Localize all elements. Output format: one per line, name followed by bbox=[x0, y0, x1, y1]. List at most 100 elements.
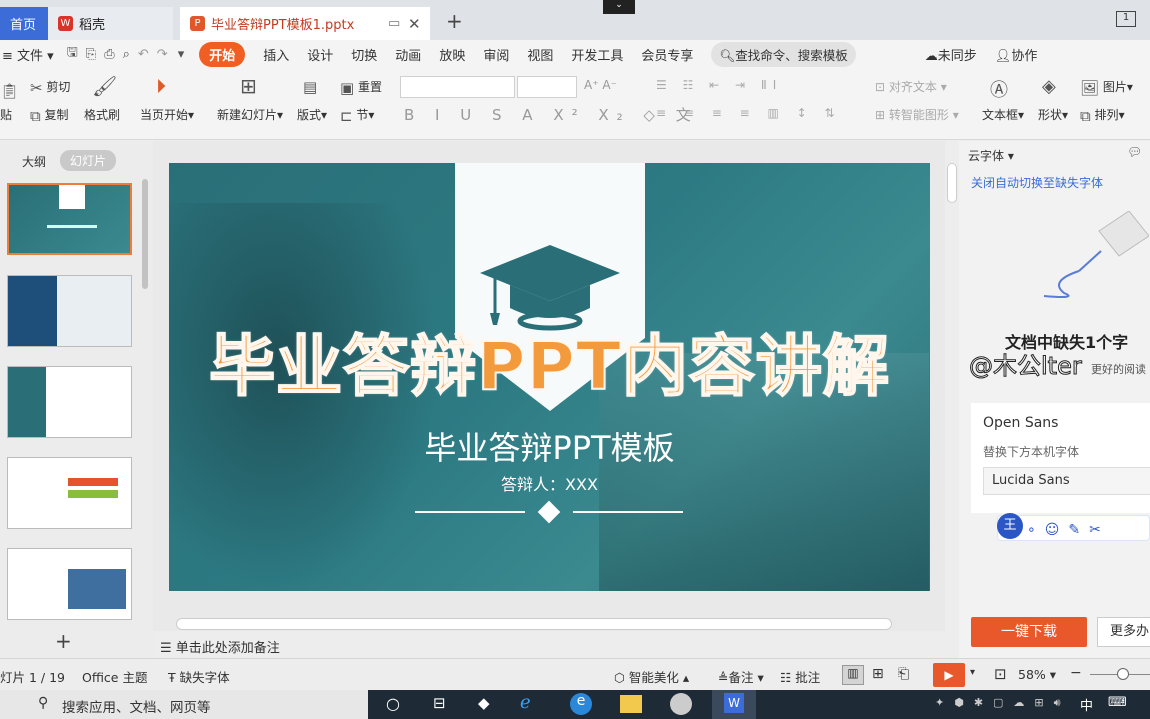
align-text-button[interactable]: ⊡ 对齐文本 ▾ bbox=[875, 78, 947, 95]
tab-insert[interactable]: 插入 bbox=[263, 45, 289, 64]
collapse-icon[interactable]: ⌄ bbox=[603, 0, 635, 14]
cut-button[interactable]: ✂ 剪切 bbox=[30, 78, 70, 97]
list-icons[interactable]: ☰ ☷ ⇤ ⇥ ⅡⅠ bbox=[656, 78, 782, 92]
font-grow-icon[interactable]: A⁺ A⁻ bbox=[584, 78, 617, 92]
notes-placeholder[interactable]: ☰ 单击此处添加备注 bbox=[160, 637, 280, 656]
thumbnail-scrollbar[interactable] bbox=[142, 179, 148, 289]
redo-icon[interactable]: ↷ bbox=[157, 47, 168, 62]
reset-button[interactable]: ▣ 重置 bbox=[340, 78, 382, 97]
zoom-out-icon[interactable]: − bbox=[1070, 665, 1082, 681]
ime-indicator[interactable]: 中 bbox=[1080, 695, 1093, 714]
replacement-font-select[interactable]: Lucida Sans bbox=[983, 467, 1150, 495]
paste-button[interactable]: 贴 bbox=[0, 106, 12, 123]
new-tab-icon[interactable]: + bbox=[446, 9, 463, 33]
collab-button[interactable]: 👤︎协作 bbox=[995, 45, 1038, 64]
font-family-select[interactable] bbox=[400, 76, 515, 98]
more-icon[interactable]: ▾ bbox=[178, 47, 185, 62]
app-icon-1[interactable]: ◆ bbox=[478, 694, 490, 712]
textbox-button[interactable]: 文本框▾ bbox=[982, 106, 1024, 123]
comments-toggle[interactable]: ☷ 批注 bbox=[780, 667, 820, 686]
undo-icon[interactable]: ↶ bbox=[138, 47, 149, 62]
grid-view-icon[interactable]: ⊞ bbox=[872, 666, 884, 682]
zoom-select[interactable]: 58% ▾ bbox=[1018, 667, 1056, 682]
slide-1[interactable]: 毕业答辩PPT内容讲解 毕业答辩PPT模板 答辩人：XXX bbox=[169, 163, 930, 591]
browser-icon[interactable]: e bbox=[570, 693, 592, 715]
theme-name[interactable]: Office 主题 bbox=[82, 667, 147, 686]
tab-document[interactable]: P 毕业答辩PPT模板1.pptx ▭ ✕ bbox=[180, 7, 430, 40]
smart-art-button[interactable]: ⊞ 转智能图形 ▾ bbox=[875, 106, 959, 123]
tab-member[interactable]: 会员专享 bbox=[641, 45, 693, 64]
slide-thumbnail-5[interactable] bbox=[7, 548, 132, 620]
layout-button[interactable]: 版式▾ bbox=[297, 106, 327, 123]
chat-icon[interactable]: 💬︎ bbox=[1127, 145, 1142, 159]
avatar-app-icon[interactable] bbox=[670, 693, 692, 715]
canvas-horizontal-scrollbar[interactable] bbox=[176, 618, 892, 630]
arrange-button[interactable]: ⧉ 排列▾ bbox=[1080, 106, 1125, 125]
reading-view-icon[interactable]: ⎗ bbox=[898, 666, 909, 682]
missing-font-status[interactable]: Ŧ 缺失字体 bbox=[168, 667, 230, 686]
font-size-select[interactable] bbox=[517, 76, 577, 98]
auto-switch-link[interactable]: 关闭自动切换至缺失字体 bbox=[971, 174, 1103, 191]
monitor-icon[interactable]: ▭ bbox=[388, 16, 400, 31]
tab-transition[interactable]: 切换 bbox=[351, 45, 377, 64]
new-slide-button[interactable]: 新建幻灯片▾ bbox=[217, 106, 283, 123]
textbox-icon[interactable]: Ⓐ bbox=[990, 76, 1008, 102]
tab-view[interactable]: 视图 bbox=[527, 45, 553, 64]
outline-tab[interactable]: 大纲 bbox=[22, 153, 46, 170]
shape-button[interactable]: 形状▾ bbox=[1038, 106, 1068, 123]
slide-thumbnail-1[interactable] bbox=[7, 183, 132, 255]
keyboard-icon[interactable]: ⌨ bbox=[1108, 695, 1127, 710]
normal-view-icon[interactable]: ▥ bbox=[842, 665, 864, 685]
tab-review[interactable]: 审阅 bbox=[483, 45, 509, 64]
menu-file[interactable]: ≡ 文件 ▾ bbox=[2, 45, 54, 64]
add-slide-button[interactable]: + bbox=[55, 629, 72, 653]
format-brush-button[interactable]: 格式刷 bbox=[84, 106, 120, 123]
tab-developer[interactable]: 开发工具 bbox=[571, 45, 623, 64]
format-brush-icon[interactable]: 🖌︎ bbox=[92, 74, 117, 98]
cloud-font-title[interactable]: 云字体 ▾ bbox=[968, 147, 1014, 164]
close-tab-icon[interactable]: ✕ bbox=[408, 15, 421, 33]
task-view-icon[interactable]: ⊟ bbox=[433, 694, 446, 712]
print-icon[interactable]: ⎙ bbox=[104, 47, 114, 62]
beautify-button[interactable]: ⬡ 智能美化 ▴ bbox=[614, 667, 689, 686]
command-search[interactable]: 🔍︎查找命令、搜索模板 bbox=[711, 41, 856, 67]
sync-status[interactable]: ☁未同步 bbox=[925, 45, 977, 64]
tab-daoke[interactable]: W 稻壳 bbox=[48, 7, 173, 40]
wps-taskbar-button[interactable]: W bbox=[712, 690, 756, 719]
edge-icon[interactable]: ℯ bbox=[520, 692, 531, 713]
align-icons[interactable]: ≡ ≡ ≡ ≡ ▥ ↕ ⇅ bbox=[656, 106, 842, 120]
play-from-current-icon[interactable]: ⏵ bbox=[156, 74, 166, 98]
save-icon[interactable]: 🖫 bbox=[67, 43, 78, 65]
layout-icon[interactable]: ▤ bbox=[303, 78, 317, 96]
download-all-button[interactable]: 一键下载 bbox=[971, 617, 1087, 647]
tab-start[interactable]: 开始 bbox=[199, 41, 246, 67]
slides-tab[interactable]: 幻灯片 bbox=[60, 150, 117, 171]
copy-button[interactable]: ⧉ 复制 bbox=[30, 106, 69, 125]
tab-slideshow[interactable]: 放映 bbox=[439, 45, 465, 64]
canvas-vertical-scrollbar[interactable] bbox=[947, 163, 957, 203]
new-slide-icon[interactable]: ⊞ bbox=[240, 74, 257, 98]
zoom-slider-thumb[interactable] bbox=[1117, 668, 1129, 680]
notes-toggle[interactable]: ≜备注 ▾ bbox=[718, 667, 764, 686]
slide-thumbnail-3[interactable] bbox=[7, 366, 132, 438]
paste-icon[interactable]: 📋︎ bbox=[0, 82, 19, 100]
taskbar-search-box[interactable]: ⚲ 搜索应用、文档、网页等 bbox=[0, 690, 368, 719]
fit-window-icon[interactable]: ⊡ bbox=[994, 665, 1007, 683]
tray-icons[interactable]: ✦⬢✱▢☁⊞🔊︎ bbox=[935, 696, 1071, 710]
tab-home[interactable]: 首页 bbox=[0, 7, 48, 40]
cortana-icon[interactable]: ○ bbox=[386, 694, 400, 713]
picture-button[interactable]: 🖼︎ 图片▾ bbox=[1080, 78, 1133, 97]
slide-thumbnail-2[interactable] bbox=[7, 275, 132, 347]
shape-icon[interactable]: ◈ bbox=[1042, 76, 1056, 97]
text-format-icons[interactable]: B I U S A X² X₂ ◇ 文 bbox=[404, 104, 699, 125]
window-number-icon[interactable]: 1 bbox=[1116, 11, 1136, 27]
tab-design[interactable]: 设计 bbox=[307, 45, 333, 64]
folder-icon[interactable] bbox=[620, 695, 642, 713]
play-options-icon[interactable]: ▾ bbox=[970, 667, 975, 678]
export-icon[interactable]: ⎘ bbox=[86, 47, 96, 62]
slide-thumbnail-4[interactable] bbox=[7, 457, 132, 529]
play-slideshow-icon[interactable]: ▶ bbox=[933, 663, 965, 687]
section-button[interactable]: ⊏ 节▾ bbox=[340, 106, 374, 125]
more-button[interactable]: 更多办 bbox=[1097, 617, 1150, 647]
preview-icon[interactable]: ⌕ bbox=[123, 47, 130, 62]
